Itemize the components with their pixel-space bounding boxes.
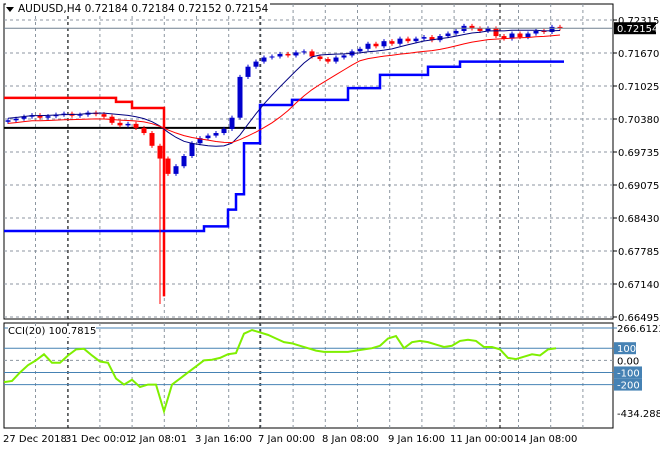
bull-candle <box>205 135 211 139</box>
bear-candle <box>309 51 315 57</box>
time-tick-label: 11 Jan 00:00 <box>450 434 513 445</box>
bull-candle <box>365 43 371 49</box>
price-tick-label: 0.71025 <box>618 82 659 93</box>
bear-candle <box>101 114 107 117</box>
bull-candle <box>253 61 259 67</box>
bull-candle <box>229 117 235 129</box>
price-tick-label: 0.71670 <box>618 49 659 60</box>
chart-canvas: 0.723150.716700.710250.703800.697350.690… <box>3 3 660 445</box>
bull-candle <box>173 166 179 174</box>
bull-candle <box>333 57 339 62</box>
price-tick-label: 0.67140 <box>618 280 659 291</box>
cci-tick-label: 266.6123 <box>617 324 660 335</box>
bear-candle <box>285 53 291 56</box>
bull-candle <box>381 41 387 47</box>
time-tick-label: 14 Jan 08:00 <box>514 434 577 445</box>
price-pane <box>3 3 614 320</box>
price-tick-label: 0.69735 <box>618 148 659 159</box>
bull-candle <box>261 57 267 62</box>
bull-candle <box>413 38 419 42</box>
bull-candle <box>341 55 347 58</box>
time-tick-label: 3 Jan 16:00 <box>195 434 252 445</box>
bear-candle <box>117 122 123 126</box>
bull-candle <box>293 52 299 56</box>
time-tick-label: 27 Dec 2018 <box>3 434 67 445</box>
bull-candle <box>181 155 187 167</box>
bear-candle <box>405 38 411 42</box>
dropdown-triangle-icon[interactable] <box>6 6 14 12</box>
symbol-label: AUDUSD,H4 <box>18 3 82 15</box>
bull-candle <box>445 33 451 37</box>
cci-title: CCI(20) 100.7815 <box>8 326 97 337</box>
price-tick-label: 0.66495 <box>618 313 659 324</box>
bull-candle <box>5 120 11 122</box>
bear-candle <box>493 28 499 37</box>
bull-candle <box>237 76 243 118</box>
bull-candle <box>189 143 195 156</box>
bear-candle <box>477 28 483 31</box>
time-tick-label: 9 Jan 16:00 <box>388 434 445 445</box>
time-tick-label: 31 Dec 00:01 <box>65 434 132 445</box>
bear-candle <box>389 41 395 44</box>
bear-candle <box>157 145 163 159</box>
price-tick-label: 0.68430 <box>618 214 659 225</box>
cci-tick-label: 0.00 <box>617 356 639 367</box>
bull-candle <box>397 38 403 44</box>
bull-candle <box>269 56 275 58</box>
bull-candle <box>221 128 227 134</box>
price-tick-label: 0.67785 <box>618 247 659 258</box>
bull-candle <box>525 33 531 38</box>
price-tick-label: 0.69075 <box>618 181 659 192</box>
bull-candle <box>45 116 51 118</box>
bull-candle <box>453 30 459 34</box>
bull-candle <box>277 53 283 57</box>
cci-tick-label: -200 <box>617 381 640 392</box>
cci-tick-label: -434.2883 <box>617 409 660 420</box>
ohlc-readout: 0.72184 0.72184 0.72152 0.72154 <box>84 3 269 15</box>
price-tick-label: 0.70380 <box>618 115 659 126</box>
time-tick-label: 2 Jan 08:01 <box>130 434 187 445</box>
bear-candle <box>165 158 171 174</box>
current-price-label: 0.72154 <box>617 24 658 35</box>
bear-candle <box>141 127 147 134</box>
bull-candle <box>245 66 251 77</box>
bear-candle <box>133 123 139 128</box>
bull-candle <box>301 51 307 53</box>
bear-candle <box>149 133 155 146</box>
bear-candle <box>317 56 323 60</box>
time-tick-label: 7 Jan 00:00 <box>258 434 315 445</box>
bull-candle <box>13 118 19 121</box>
bull-candle <box>357 48 363 52</box>
bear-candle <box>517 33 523 38</box>
time-tick-label: 8 Jan 08:00 <box>322 434 379 445</box>
bull-candle <box>213 133 219 136</box>
bear-candle <box>325 59 331 62</box>
bear-candle <box>373 43 379 47</box>
cci-pane <box>3 322 614 429</box>
bull-candle <box>421 37 427 39</box>
chart-title: AUDUSD,H4 0.72184 0.72184 0.72152 0.7215… <box>6 3 271 15</box>
bull-candle <box>533 30 539 34</box>
cci-tick-label: 100 <box>617 344 636 355</box>
cci-tick-label: -100 <box>617 368 640 379</box>
bull-candle <box>125 123 131 126</box>
